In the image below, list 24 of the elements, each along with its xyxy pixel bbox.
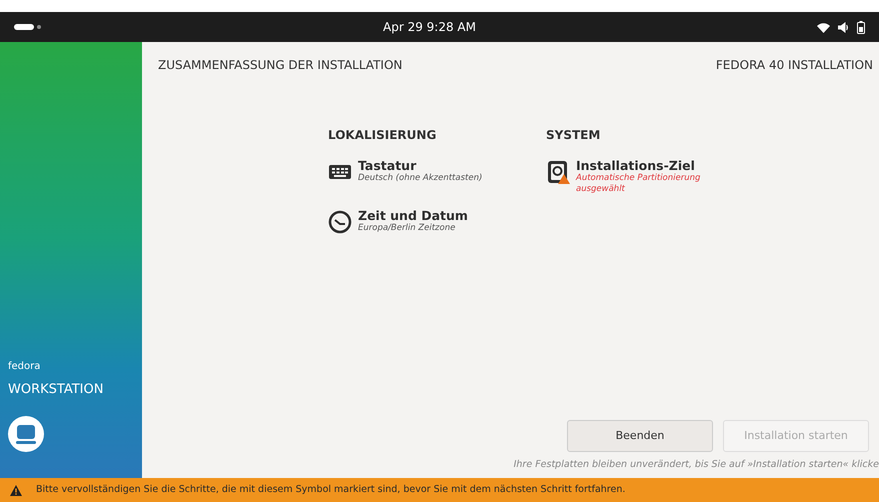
spoke-title[interactable]: Zeit und Datum <box>358 208 468 224</box>
spoke-title[interactable]: Installations-Ziel <box>576 158 726 173</box>
clock-icon[interactable] <box>328 210 352 234</box>
clock[interactable]: Apr 29 9:28 AM <box>383 20 476 34</box>
quit-button[interactable]: Beenden <box>567 420 713 452</box>
activities-icon[interactable] <box>14 23 42 31</box>
fedora-logo-icon <box>8 416 44 452</box>
disk-warning-icon[interactable] <box>546 160 570 184</box>
brand-subtitle: fedora <box>8 361 40 372</box>
speaker-icon[interactable] <box>838 22 849 32</box>
spoke-status: Europa/Berlin Zeitzone <box>358 223 456 234</box>
warning-icon <box>10 484 22 496</box>
section-heading: SYSTEM <box>546 128 600 142</box>
section-heading: LOKALISIERUNG <box>328 128 436 142</box>
spoke-status: Deutsch (ohne Akzenttasten) <box>358 173 482 184</box>
spoke-status: Automatische Partitionierung ausgewählt <box>576 173 702 196</box>
warning-message: Bitte vervollständigen Sie die Schritte, die mit diesem Symbol markiert sind, bevor Sie mit dem nächsten Schritt fortfahren. <box>36 482 626 497</box>
page-title: ZUSAMMENFASSUNG DER INSTALLATION <box>158 57 402 74</box>
brand-title: WORKSTATION <box>8 382 104 397</box>
spoke-title[interactable]: Tastatur <box>358 158 482 173</box>
hint-text: Ihre Festplatten bleiben unverändert, bis Sie auf »Installation starten« klicke <box>514 458 879 470</box>
battery-icon[interactable] <box>857 20 865 34</box>
product-title: FEDORA 40 INSTALLATION <box>716 57 873 74</box>
wifi-icon[interactable] <box>817 22 830 32</box>
